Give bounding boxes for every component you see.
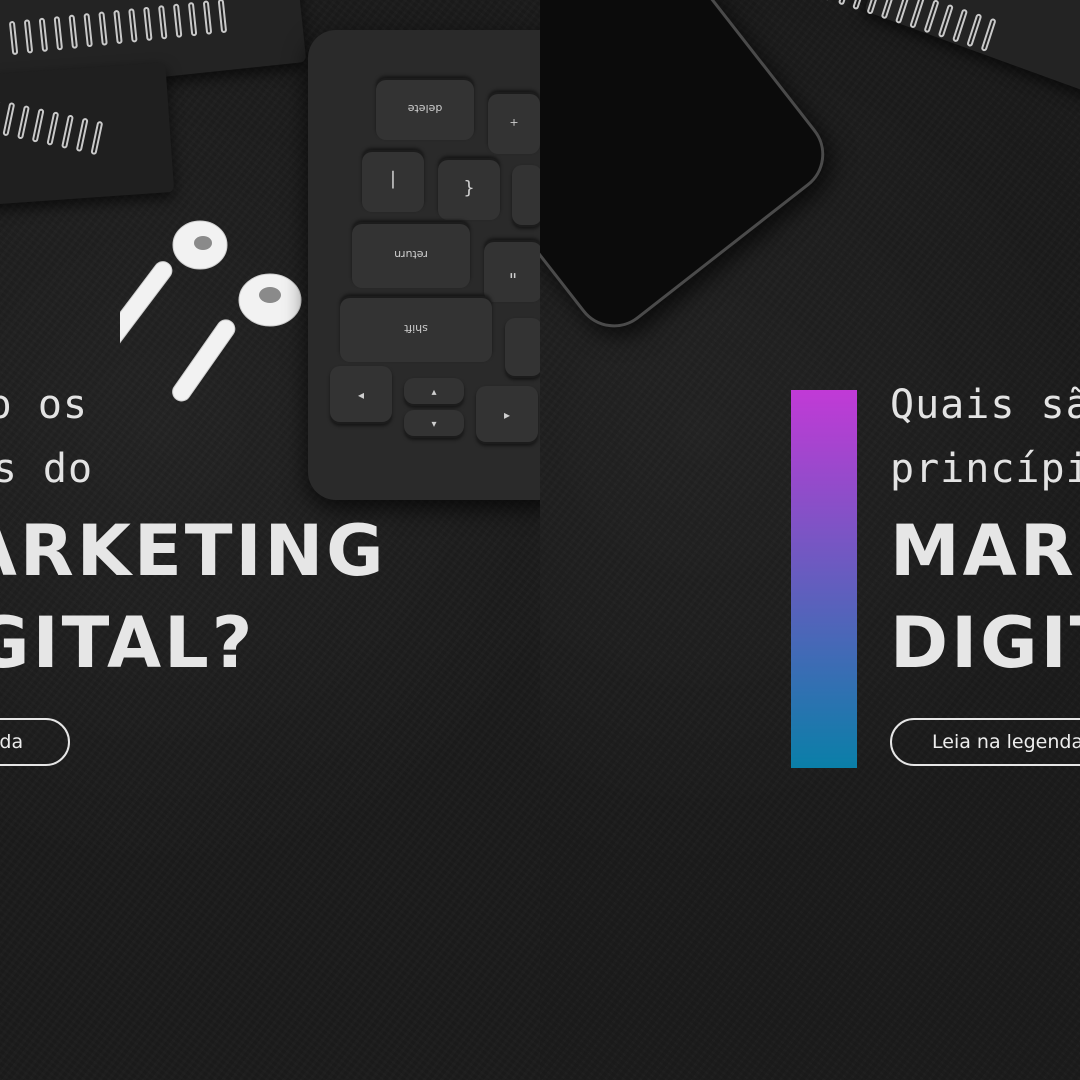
slide-left-line1: Quais são os <box>0 382 88 428</box>
slide-right-line1: Quais são os <box>890 382 1080 428</box>
slide-right-line3: MARKETING <box>890 510 1080 592</box>
accent-bar <box>791 390 857 768</box>
slide-left: delete + | { return " shift ◂ ▴ ▾ ▸ Quai… <box>0 0 540 1080</box>
key-arrow-right: ▸ <box>476 386 538 444</box>
key-brace: { <box>438 158 500 220</box>
key-arrow-left: ◂ <box>330 366 392 424</box>
key-delete: delete <box>376 78 474 140</box>
slide-right-line2: princípios do <box>890 446 1080 492</box>
earbuds-icon <box>120 220 302 402</box>
key-plus: + <box>488 92 540 154</box>
key-shift: shift <box>340 296 492 362</box>
key-arrow-down: ▾ <box>404 410 464 438</box>
key-quote: " <box>484 240 540 302</box>
key-pipe: | <box>362 150 424 212</box>
slide-right-line4: DIGITAL? <box>890 602 1080 684</box>
key-return: return <box>352 222 470 288</box>
key-right-edge <box>505 318 540 378</box>
slide-right-cta-button[interactable]: Leia na legenda <box>890 718 1080 766</box>
slide-left-line3: MARKETING <box>0 510 387 592</box>
key-arrow-up: ▴ <box>404 378 464 406</box>
carousel-preview: delete + | { return " shift ◂ ▴ ▾ ▸ Quai… <box>0 0 1080 1080</box>
slide-left-line4: DIGITAL? <box>0 602 256 684</box>
slide-left-cta-button[interactable]: Leia na legenda <box>0 718 70 766</box>
phone <box>540 0 841 344</box>
key-edge <box>512 165 540 227</box>
slide-left-line2: princípios do <box>0 446 94 492</box>
